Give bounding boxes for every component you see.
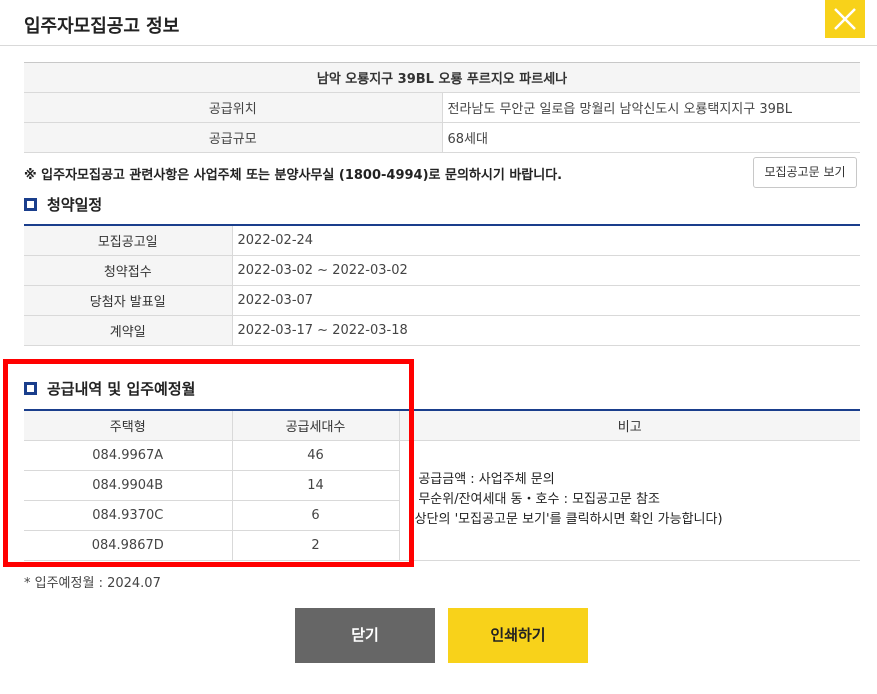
schedule-label: 계약일 xyxy=(24,315,233,346)
schedule-label: 당첨자 발표일 xyxy=(24,285,233,316)
table-row: 084.9967A 46 - 공급금액 : 사업주체 문의 - 무순위/잔여세대… xyxy=(24,440,860,561)
supply-header-row: 주택형 공급세대수 비고 xyxy=(24,410,860,441)
complex-name: 남악 오룡지구 39BL 오룡 푸르지오 파르세나 xyxy=(24,62,860,93)
remark-line: - 공급금액 : 사업주체 문의 xyxy=(409,472,555,487)
schedule-value: 2022-02-24 xyxy=(232,225,860,256)
remark-line: (상단의 '모집공고문 보기'를 클릭하시면 확인 가능합니다) xyxy=(409,512,723,527)
info-row: 공급위치 전라남도 무안군 일로읍 망월리 남악신도시 오룡택지지구 39BL xyxy=(24,92,860,123)
schedule-row: 모집공고일 2022-02-24 xyxy=(24,225,860,256)
contact-notice: ※ 입주자모집공고 관련사항은 사업주체 또는 분양사무실 (1800-4994… xyxy=(24,168,563,183)
house-type-cell: 084.9967A xyxy=(24,440,233,471)
house-type-cell: 084.9904B xyxy=(24,470,233,501)
schedule-label: 모집공고일 xyxy=(24,225,233,256)
schedule-value: 2022-03-17 ~ 2022-03-18 xyxy=(232,315,860,346)
square-bullet-icon xyxy=(24,198,37,211)
house-type-cell: 084.9867D xyxy=(24,530,233,561)
supply-table: 주택형 공급세대수 비고 084.9967A 46 - 공급금액 : 사업주체 … xyxy=(24,409,860,561)
info-row: 공급규모 68세대 xyxy=(24,122,860,153)
modal-header: 입주자모집공고 정보 xyxy=(0,0,877,46)
supply-title-text: 공급내역 및 입주예정월 xyxy=(47,380,196,398)
close-icon xyxy=(834,8,856,30)
info-label: 공급규모 xyxy=(24,122,443,153)
supply-section-title: 공급내역 및 입주예정월 xyxy=(24,378,195,399)
print-button[interactable]: 인쇄하기 xyxy=(448,608,588,663)
remark-line: - 무순위/잔여세대 동・호수 : 모집공고문 참조 xyxy=(409,492,660,507)
close-button[interactable] xyxy=(825,0,865,38)
schedule-row: 계약일 2022-03-17 ~ 2022-03-18 xyxy=(24,315,860,346)
schedule-title-text: 청약일정 xyxy=(47,196,103,214)
schedule-value: 2022-03-07 xyxy=(232,285,860,316)
close-modal-button[interactable]: 닫기 xyxy=(295,608,435,663)
unit-count-cell: 2 xyxy=(232,530,400,561)
header-unit-count: 공급세대수 xyxy=(232,410,400,441)
square-bullet-icon xyxy=(24,382,37,395)
schedule-table: 모집공고일 2022-02-24 청약접수 2022-03-02 ~ 2022-… xyxy=(24,224,860,346)
header-remarks: 비고 xyxy=(399,410,860,441)
remarks-cell: - 공급금액 : 사업주체 문의 - 무순위/잔여세대 동・호수 : 모집공고문… xyxy=(398,440,860,561)
info-table: 남악 오룡지구 39BL 오룡 푸르지오 파르세나 공급위치 전라남도 무안군 … xyxy=(24,62,860,153)
schedule-row: 청약접수 2022-03-02 ~ 2022-03-02 xyxy=(24,255,860,286)
schedule-row: 당첨자 발표일 2022-03-07 xyxy=(24,285,860,316)
modal-title: 입주자모집공고 정보 xyxy=(24,16,180,37)
schedule-label: 청약접수 xyxy=(24,255,233,286)
move-in-footnote: * 입주예정월 : 2024.07 xyxy=(24,576,161,591)
view-announcement-button[interactable]: 모집공고문 보기 xyxy=(753,157,857,188)
info-value: 68세대 xyxy=(442,122,860,153)
info-label: 공급위치 xyxy=(24,92,443,123)
unit-count-cell: 14 xyxy=(232,470,400,501)
unit-count-cell: 6 xyxy=(232,500,400,531)
house-type-cell: 084.9370C xyxy=(24,500,233,531)
schedule-value: 2022-03-02 ~ 2022-03-02 xyxy=(232,255,860,286)
schedule-section-title: 청약일정 xyxy=(24,194,102,215)
unit-count-cell: 46 xyxy=(232,440,400,471)
header-house-type: 주택형 xyxy=(24,410,233,441)
info-value: 전라남도 무안군 일로읍 망월리 남악신도시 오룡택지지구 39BL xyxy=(442,92,860,123)
